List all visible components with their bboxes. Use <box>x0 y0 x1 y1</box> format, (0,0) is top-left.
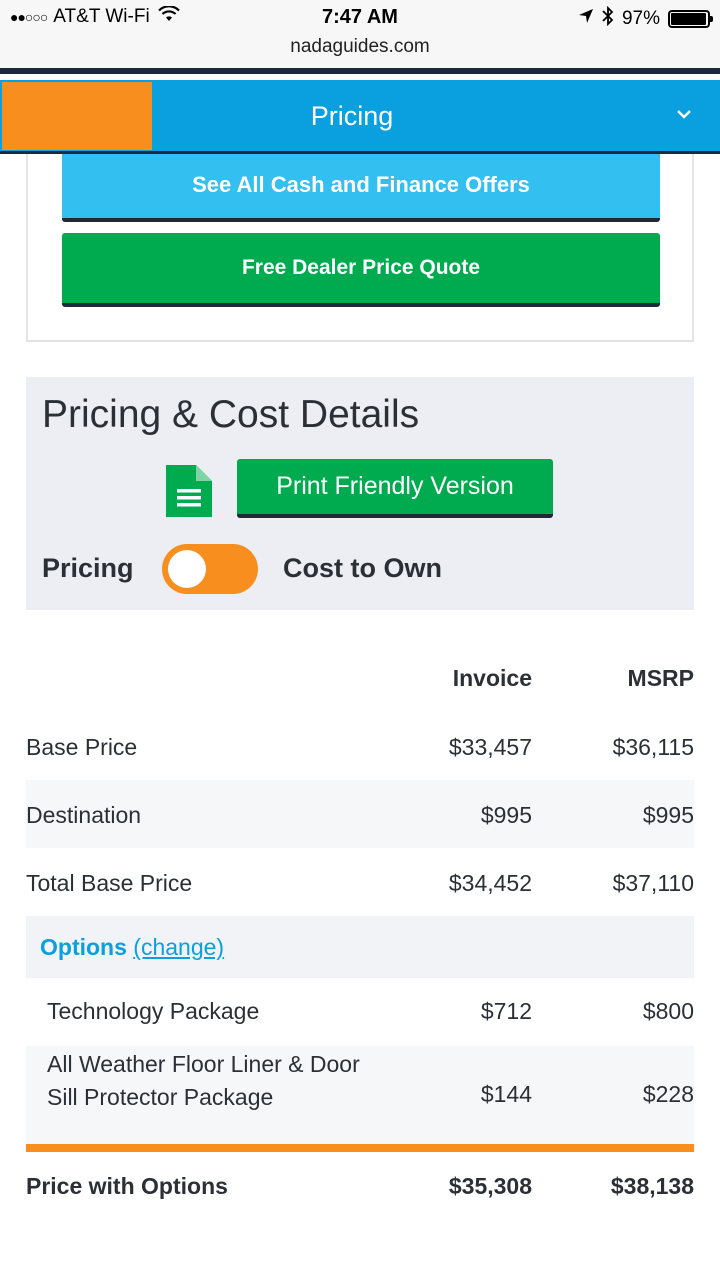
table-row: Destination $995 $995 <box>26 780 694 848</box>
status-right: 97% <box>578 5 713 32</box>
url-bar[interactable]: nadaguides.com <box>0 34 720 68</box>
row-label: Destination <box>26 802 142 828</box>
battery-icon <box>668 10 713 28</box>
package-name: All Weather Floor Liner & Door Sill Prot… <box>47 1051 360 1110</box>
invoice-value: $712 <box>480 998 532 1024</box>
options-label: Options <box>40 934 127 960</box>
cash-finance-offers-button[interactable]: See All Cash and Finance Offers <box>62 154 660 222</box>
pricing-details-panel: Pricing & Cost Details Print Friendly Ve… <box>26 377 694 610</box>
chevron-down-icon[interactable] <box>676 106 692 122</box>
toggle-knob <box>168 550 206 588</box>
total-row: Price with Options $35,308 $38,138 <box>26 1152 694 1222</box>
nav-accent-block <box>2 82 152 150</box>
pricing-cost-toggle[interactable] <box>162 544 258 594</box>
options-heading: Options (change) <box>40 934 224 961</box>
table-row: Base Price $33,457 $36,115 <box>26 712 694 780</box>
battery-percent: 97% <box>621 8 660 29</box>
section-nav[interactable]: Pricing <box>0 80 720 154</box>
invoice-value: $34,452 <box>448 870 532 896</box>
msrp-total: $38,138 <box>610 1173 694 1199</box>
invoice-value: $995 <box>480 802 532 828</box>
change-options-link[interactable]: (change) <box>133 934 224 960</box>
dealer-price-quote-button[interactable]: Free Dealer Price Quote <box>62 233 660 307</box>
msrp-value: $228 <box>642 1081 694 1107</box>
table-row: Technology Package $712 $800 <box>26 978 694 1046</box>
msrp-value: $36,115 <box>612 734 694 760</box>
row-label: Base Price <box>26 734 138 760</box>
divider <box>0 68 720 74</box>
column-header-invoice: Invoice <box>452 665 532 691</box>
print-friendly-button[interactable]: Print Friendly Version <box>237 459 553 518</box>
options-row: Options (change) <box>26 916 694 978</box>
row-label: Price with Options <box>26 1173 228 1199</box>
msrp-value: $995 <box>642 802 694 828</box>
msrp-value: $800 <box>642 998 694 1024</box>
invoice-value: $33,457 <box>448 734 532 760</box>
document-icon[interactable] <box>166 465 212 517</box>
toggle-label-cost-to-own: Cost to Own <box>283 553 442 583</box>
toggle-label-pricing: Pricing <box>42 553 134 583</box>
bluetooth-icon <box>602 5 614 32</box>
status-bar: ●●○○○ AT&T Wi-Fi 7:47 AM 97% <box>0 0 720 36</box>
page-title: Pricing & Cost Details <box>42 393 420 436</box>
package-name: Technology Package <box>47 998 260 1024</box>
invoice-value: $144 <box>480 1081 532 1107</box>
location-arrow-icon <box>578 8 594 30</box>
invoice-total: $35,308 <box>448 1173 532 1199</box>
nav-title: Pricing <box>310 101 394 131</box>
price-table: Invoice MSRP Base Price $33,457 $36,115 … <box>26 645 694 1222</box>
row-label: Total Base Price <box>26 870 193 896</box>
msrp-value: $37,110 <box>612 870 694 896</box>
column-header-msrp: MSRP <box>627 665 694 691</box>
total-divider <box>26 1144 694 1152</box>
offers-panel: See All Cash and Finance Offers Free Dea… <box>26 154 694 342</box>
table-row: All Weather Floor Liner & Door Sill Prot… <box>26 1046 694 1144</box>
table-row: Total Base Price $34,452 $37,110 <box>26 848 694 916</box>
table-header: Invoice MSRP <box>26 645 694 712</box>
